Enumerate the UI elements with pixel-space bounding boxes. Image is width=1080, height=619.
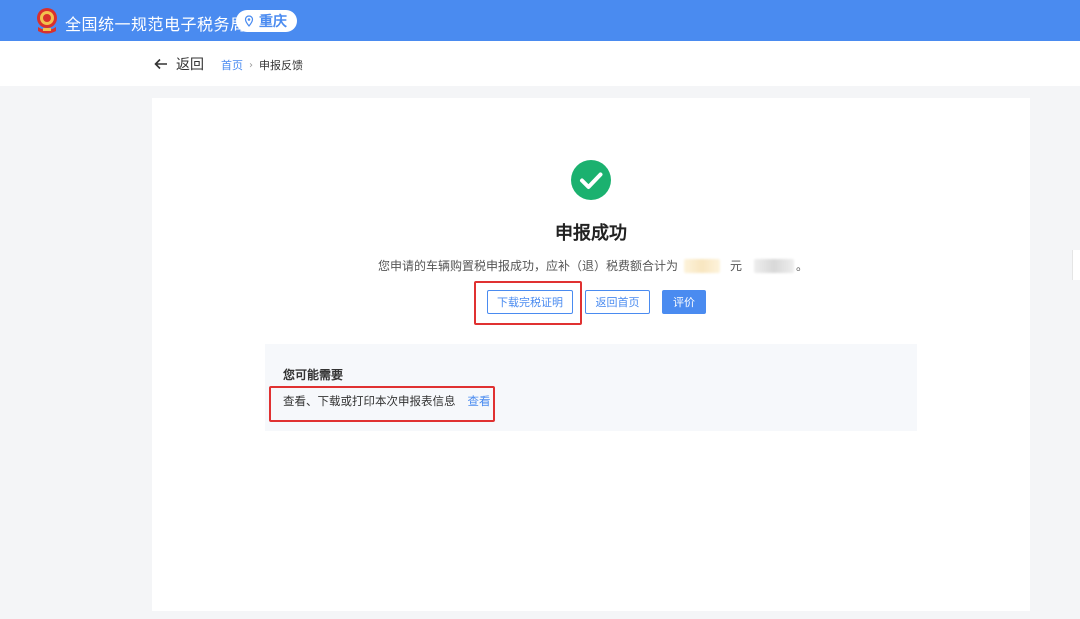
result-card: 申报成功 您申请的车辆购置税申报成功，应补（退）税费额合计为 元 。 下载完税证… <box>152 98 1030 611</box>
return-home-button[interactable]: 返回首页 <box>585 290 650 314</box>
breadcrumb-current: 申报反馈 <box>259 59 303 72</box>
download-certificate-button[interactable]: 下载完税证明 <box>487 290 573 314</box>
region-selector[interactable]: 重庆 <box>236 10 297 32</box>
breadcrumb-home-link[interactable]: 首页 <box>221 57 243 73</box>
result-message-text: 您申请的车辆购置税申报成功，应补（退）税费额合计为 <box>378 259 679 273</box>
back-label: 返回 <box>176 57 204 73</box>
arrow-left-icon <box>154 58 167 70</box>
suggestions-title: 您可能需要 <box>283 368 344 382</box>
rate-button[interactable]: 评价 <box>662 290 706 314</box>
redacted-amount <box>684 258 721 273</box>
breadcrumb-bar: 返回 首页 › 申报反馈 <box>0 41 1080 86</box>
side-tab <box>1072 250 1080 280</box>
tax-emblem-icon <box>37 8 57 34</box>
result-title: 申报成功 <box>555 223 627 244</box>
top-header: 全国统一规范电子税务局 重庆 <box>0 0 1080 41</box>
breadcrumb-separator: › <box>249 59 253 71</box>
back-button[interactable]: 返回 <box>154 54 204 74</box>
result-message: 您申请的车辆购置税申报成功，应补（退）税费额合计为 元 。 <box>378 257 808 274</box>
site-title: 全国统一规范电子税务局 <box>65 15 247 34</box>
highlight-box-view <box>269 386 495 422</box>
result-message-unit: 元 <box>730 259 743 273</box>
check-circle-icon <box>571 160 611 200</box>
result-message-suffix: 。 <box>796 259 809 273</box>
breadcrumb: 首页 › 申报反馈 <box>221 57 303 73</box>
region-label: 重庆 <box>259 14 287 30</box>
location-pin-icon <box>244 15 254 27</box>
redacted-value <box>754 258 795 273</box>
